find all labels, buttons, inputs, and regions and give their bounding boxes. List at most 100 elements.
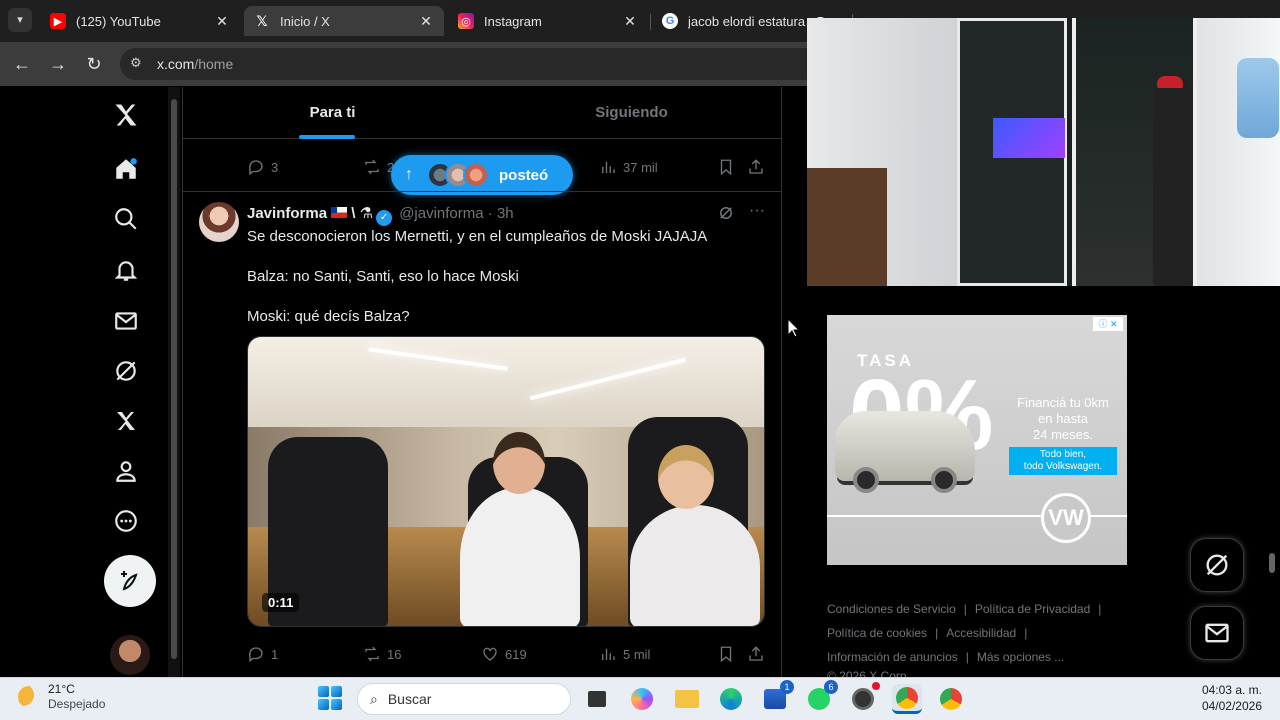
tab-x[interactable]: 𝕏 Inicio / X ✕ (244, 6, 444, 36)
share-icon (749, 646, 763, 661)
home-icon[interactable] (108, 151, 144, 187)
feather-plus-icon (121, 571, 138, 591)
repost-icon (365, 159, 379, 175)
windows-start-icon[interactable] (318, 686, 342, 710)
weather-condition: Despejado (48, 697, 106, 711)
close-icon[interactable]: ✕ (418, 13, 434, 30)
left-scrollbar[interactable] (168, 87, 180, 677)
tweet-header: Javinforma \ ⚗ ✓ @javinforma · 3h (247, 204, 514, 226)
chrome-icon[interactable] (892, 684, 922, 714)
tweet-video[interactable]: 0:11 (247, 336, 765, 627)
edge-icon[interactable] (716, 684, 746, 714)
reply-button[interactable]: 3 (247, 155, 278, 179)
car-wheel (853, 467, 879, 493)
copilot-icon[interactable] (627, 684, 657, 714)
weather-widget[interactable]: 21°C Despejado (18, 682, 105, 711)
bookmark-button[interactable] (717, 155, 735, 179)
grok-icon[interactable] (108, 353, 144, 389)
tab-youtube[interactable]: ▶ (125) YouTube ✕ (40, 6, 240, 36)
footer-link-cookies[interactable]: Política de cookies (827, 626, 927, 640)
clock-date: 04/02/2026 (1201, 699, 1262, 713)
footer-link-privacy[interactable]: Política de Privacidad (975, 602, 1090, 616)
views-button[interactable]: 37 mil (599, 155, 658, 179)
reply-icon (249, 647, 263, 663)
reply-button[interactable]: 1 (247, 642, 278, 666)
like-button[interactable]: 619 (481, 642, 527, 666)
whatsapp-icon[interactable]: 6 (804, 680, 838, 714)
chrome-profile-icon[interactable] (936, 684, 966, 714)
tab-title: Instagram (484, 13, 542, 29)
file-explorer-icon[interactable] (672, 684, 702, 714)
profile-icon[interactable] (108, 453, 144, 489)
tab-para-ti[interactable]: Para ti (183, 87, 482, 139)
tab-search-button[interactable]: ▾ (8, 8, 32, 32)
author-handle[interactable]: @javinforma (399, 205, 483, 222)
taskbar-search[interactable]: ⌕ Buscar (357, 683, 571, 715)
system-clock[interactable]: 04:03 a. m. 04/02/2026 (1190, 682, 1262, 714)
right-scrollbar[interactable] (1266, 87, 1278, 677)
tv-screen (993, 118, 1065, 158)
explore-search-icon[interactable] (108, 201, 144, 237)
tab-instagram[interactable]: ◎ Instagram ✕ (448, 6, 648, 36)
youtube-icon: ▶ (50, 13, 66, 29)
windows-taskbar: 21°C Despejado ⌕ Buscar 1 6 04:03 a. m. … (0, 677, 1280, 720)
tweet-text-line: Se desconocieron los Mernetti, y en el c… (247, 228, 708, 245)
bookmark-button[interactable] (717, 642, 735, 666)
views-chart-icon (602, 161, 615, 173)
person-silhouette (1153, 78, 1193, 286)
compose-post-button[interactable] (104, 555, 156, 607)
share-button[interactable] (747, 155, 765, 179)
ad-choices-icon[interactable]: ⓘ ✕ (1093, 317, 1123, 331)
views-button[interactable]: 5 mil (599, 642, 650, 666)
address-bar[interactable]: ⚙ x.com/home (120, 48, 820, 80)
share-button[interactable] (747, 642, 765, 666)
footer-link-accessibility[interactable]: Accesibilidad (946, 626, 1016, 640)
temperature: 21°C (48, 682, 75, 696)
avatar[interactable] (199, 202, 239, 242)
microsoft-store-icon[interactable]: 1 (760, 680, 794, 714)
repost-button[interactable]: 16 (363, 642, 401, 666)
views-chart-icon (602, 648, 615, 660)
messages-envelope-icon[interactable] (108, 303, 144, 339)
task-view-icon[interactable] (582, 684, 612, 714)
x-left-nav (96, 87, 160, 677)
close-icon[interactable]: ✕ (622, 13, 638, 30)
footer-link-terms[interactable]: Condiciones de Servicio (827, 602, 956, 616)
messages-fab-button[interactable] (1190, 606, 1244, 660)
bookmark-icon (720, 646, 732, 663)
back-arrow-icon[interactable]: ← (10, 52, 34, 76)
account-avatar[interactable] (110, 635, 150, 675)
verified-badge-icon: ✓ (376, 210, 393, 226)
grok-icon[interactable] (717, 204, 735, 222)
premium-x-icon[interactable] (108, 403, 144, 439)
ad-tagline: Todo bien, todo Volkswagen. (1009, 447, 1117, 475)
tweet[interactable]: Javinforma \ ⚗ ✓ @javinforma · 3h ··· Se … (183, 191, 781, 677)
author-name[interactable]: Javinforma (247, 205, 327, 222)
footer-link-ads-info[interactable]: Información de anuncios (827, 650, 958, 664)
avatar (463, 162, 489, 188)
volkswagen-ad[interactable]: TASA 0% Financiá tu 0kmen hasta24 meses.… (827, 315, 1127, 565)
clock-time: 04:03 a. m. (1201, 683, 1262, 697)
close-icon[interactable]: ✕ (214, 13, 230, 30)
person (630, 505, 760, 626)
new-posts-pill[interactable]: ↑ posteó (391, 155, 573, 195)
tweet-time[interactable]: · 3h (488, 205, 514, 222)
forward-arrow-icon[interactable]: → (46, 52, 70, 76)
more-dots-icon[interactable]: ··· (749, 203, 765, 222)
notifications-bell-icon[interactable] (108, 253, 144, 289)
site-info-icon[interactable]: ⚙ (130, 55, 148, 73)
tab-siguiendo[interactable]: Siguiendo (482, 87, 781, 139)
webcam-overlay-video (807, 18, 1280, 286)
footer-link-more-options[interactable]: Más opciones ... (977, 650, 1064, 664)
more-options-icon[interactable] (108, 503, 144, 539)
grok-icon (1206, 554, 1228, 576)
person-head (493, 432, 545, 494)
heart-icon (483, 647, 497, 661)
repost-button[interactable]: 2 (363, 155, 394, 179)
app-icon[interactable] (848, 682, 880, 714)
url-text: x.com/home (157, 56, 234, 72)
search-icon: ⌕ (370, 690, 378, 707)
x-logo-icon[interactable] (108, 97, 144, 133)
reload-icon[interactable]: ↻ (82, 52, 106, 76)
grok-fab-button[interactable] (1190, 538, 1244, 592)
